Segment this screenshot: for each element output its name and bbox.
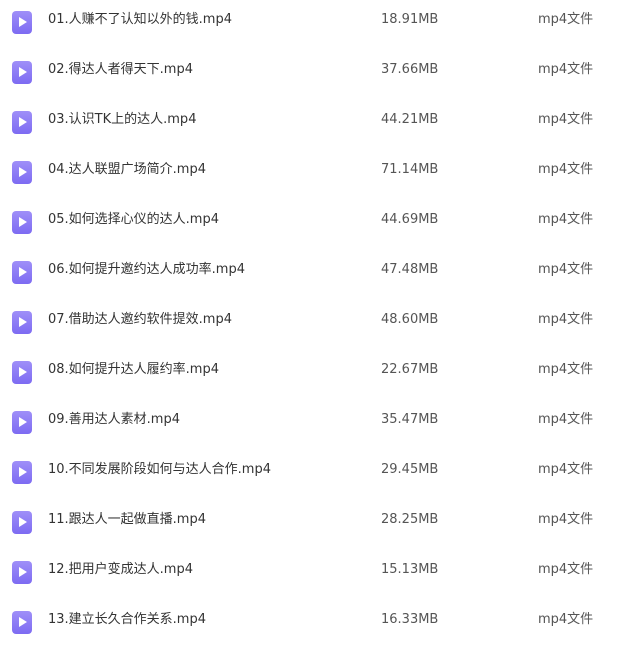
file-row[interactable]: 09.善用达人素材.mp4 35.47MB mp4文件 bbox=[0, 400, 638, 450]
file-name: 01.人赚不了认知以外的钱.mp4 bbox=[48, 12, 232, 27]
file-row[interactable]: 11.跟达人一起做直播.mp4 28.25MB mp4文件 bbox=[0, 500, 638, 550]
file-row[interactable]: 13.建立长久合作关系.mp4 16.33MB mp4文件 bbox=[0, 600, 638, 650]
video-file-icon bbox=[12, 211, 32, 234]
video-file-icon bbox=[12, 461, 32, 484]
file-name: 02.得达人者得天下.mp4 bbox=[48, 62, 193, 77]
file-size: 47.48MB bbox=[381, 262, 439, 277]
file-row[interactable]: 01.人赚不了认知以外的钱.mp4 18.91MB mp4文件 bbox=[0, 0, 638, 50]
file-size: 44.21MB bbox=[381, 112, 439, 127]
file-name: 09.善用达人素材.mp4 bbox=[48, 412, 180, 427]
file-name: 03.认识TK上的达人.mp4 bbox=[48, 112, 197, 127]
file-type: mp4文件 bbox=[538, 12, 594, 27]
video-file-icon bbox=[12, 611, 32, 634]
file-row[interactable]: 04.达人联盟广场简介.mp4 71.14MB mp4文件 bbox=[0, 150, 638, 200]
file-name: 13.建立长久合作关系.mp4 bbox=[48, 612, 206, 627]
file-type: mp4文件 bbox=[538, 112, 594, 127]
file-size: 16.33MB bbox=[381, 612, 439, 627]
file-row[interactable]: 07.借助达人邀约软件提效.mp4 48.60MB mp4文件 bbox=[0, 300, 638, 350]
file-name: 10.不同发展阶段如何与达人合作.mp4 bbox=[48, 462, 271, 477]
file-type: mp4文件 bbox=[538, 62, 594, 77]
video-file-icon bbox=[12, 511, 32, 534]
file-type: mp4文件 bbox=[538, 462, 594, 477]
file-type: mp4文件 bbox=[538, 362, 594, 377]
file-size: 28.25MB bbox=[381, 512, 439, 527]
file-list: 01.人赚不了认知以外的钱.mp4 18.91MB mp4文件 02.得达人者得… bbox=[0, 0, 638, 644]
file-name: 06.如何提升邀约达人成功率.mp4 bbox=[48, 262, 245, 277]
file-name: 11.跟达人一起做直播.mp4 bbox=[48, 512, 206, 527]
file-row[interactable]: 03.认识TK上的达人.mp4 44.21MB mp4文件 bbox=[0, 100, 638, 150]
file-size: 15.13MB bbox=[381, 562, 439, 577]
file-type: mp4文件 bbox=[538, 212, 594, 227]
video-file-icon bbox=[12, 61, 32, 84]
file-row[interactable]: 06.如何提升邀约达人成功率.mp4 47.48MB mp4文件 bbox=[0, 250, 638, 300]
file-row[interactable]: 02.得达人者得天下.mp4 37.66MB mp4文件 bbox=[0, 50, 638, 100]
video-file-icon bbox=[12, 111, 32, 134]
file-size: 71.14MB bbox=[381, 162, 439, 177]
file-size: 37.66MB bbox=[381, 62, 439, 77]
video-file-icon bbox=[12, 411, 32, 434]
file-row[interactable]: 12.把用户变成达人.mp4 15.13MB mp4文件 bbox=[0, 550, 638, 600]
file-size: 18.91MB bbox=[381, 12, 439, 27]
file-type: mp4文件 bbox=[538, 412, 594, 427]
file-size: 48.60MB bbox=[381, 312, 439, 327]
file-name: 07.借助达人邀约软件提效.mp4 bbox=[48, 312, 232, 327]
file-type: mp4文件 bbox=[538, 512, 594, 527]
file-name: 05.如何选择心仪的达人.mp4 bbox=[48, 212, 219, 227]
video-file-icon bbox=[12, 311, 32, 334]
file-row[interactable]: 08.如何提升达人履约率.mp4 22.67MB mp4文件 bbox=[0, 350, 638, 400]
file-size: 35.47MB bbox=[381, 412, 439, 427]
file-type: mp4文件 bbox=[538, 262, 594, 277]
file-name: 12.把用户变成达人.mp4 bbox=[48, 562, 193, 577]
file-size: 22.67MB bbox=[381, 362, 439, 377]
file-name: 04.达人联盟广场简介.mp4 bbox=[48, 162, 206, 177]
file-type: mp4文件 bbox=[538, 162, 594, 177]
file-row[interactable]: 10.不同发展阶段如何与达人合作.mp4 29.45MB mp4文件 bbox=[0, 450, 638, 500]
video-file-icon bbox=[12, 361, 32, 384]
file-type: mp4文件 bbox=[538, 562, 594, 577]
video-file-icon bbox=[12, 161, 32, 184]
file-size: 44.69MB bbox=[381, 212, 439, 227]
video-file-icon bbox=[12, 11, 32, 34]
file-type: mp4文件 bbox=[538, 312, 594, 327]
file-type: mp4文件 bbox=[538, 612, 594, 627]
video-file-icon bbox=[12, 561, 32, 584]
file-size: 29.45MB bbox=[381, 462, 439, 477]
file-row[interactable]: 05.如何选择心仪的达人.mp4 44.69MB mp4文件 bbox=[0, 200, 638, 250]
file-name: 08.如何提升达人履约率.mp4 bbox=[48, 362, 219, 377]
video-file-icon bbox=[12, 261, 32, 284]
